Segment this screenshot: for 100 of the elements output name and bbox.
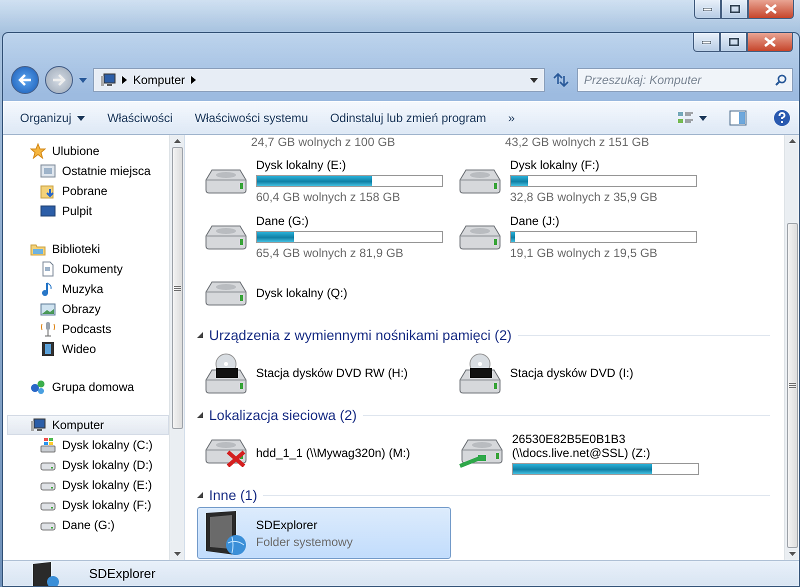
item-name: hdd_1_1 (\\Mywag320n) (M:)	[256, 446, 410, 460]
drive-tile[interactable]: hdd_1_1 (\\Mywag320n) (M:)	[197, 427, 451, 479]
hard-drive-icon	[459, 224, 501, 250]
item-name: Dysk lokalny (E:)	[256, 158, 348, 172]
forward-arrow-icon	[52, 74, 66, 86]
sidebar-item[interactable]: Obrazy	[7, 299, 169, 319]
sidebar-item[interactable]: Ostatnie miejsca	[7, 161, 169, 181]
windows-drive-icon	[40, 437, 56, 453]
item-detail: 65,4 GB wolnych z 81,9 GB	[256, 246, 404, 260]
sidebar-item[interactable]: Pulpit	[7, 201, 169, 221]
hard-drive-icon	[459, 168, 501, 194]
minimize-button[interactable]	[693, 33, 720, 52]
refresh-icon[interactable]	[551, 72, 571, 88]
help-icon[interactable]	[773, 109, 791, 127]
sidebar-item[interactable]: Dysk lokalny (E:)	[7, 475, 169, 495]
maximize-button[interactable]	[720, 33, 747, 52]
collapse-triangle-icon[interactable]	[197, 332, 203, 338]
section-title[interactable]: Urządzenia z wymiennymi nośnikami pamięci (2)	[209, 327, 512, 343]
sidebar-item[interactable]: Komputer	[7, 415, 169, 435]
item-name: Dane (J:)	[510, 214, 560, 228]
back-arrow-icon	[18, 74, 32, 86]
close-button[interactable]	[748, 0, 794, 19]
item-name: 26530E82B5E0B1B3 (\\docs.live.net@SSL) (Z:)	[512, 432, 652, 460]
star-icon	[30, 143, 46, 159]
more-commands-button[interactable]: »	[499, 107, 524, 129]
item-detail: 60,4 GB wolnych z 158 GB	[256, 190, 402, 204]
sidebar-item[interactable]: Dysk lokalny (D:)	[7, 455, 169, 475]
toolbar-button[interactable]: Odinstaluj lub zmień program	[321, 107, 496, 129]
sidebar-item[interactable]: Dysk lokalny (F:)	[7, 495, 169, 515]
preview-pane-icon[interactable]	[729, 110, 747, 126]
toolbar-button[interactable]: Właściwości	[98, 107, 182, 129]
minimize-icon	[703, 8, 712, 10]
item-name: Stacja dysków DVD (I:)	[510, 366, 634, 380]
item-name: Stacja dysków DVD RW (H:)	[256, 366, 408, 380]
dropdown-caret-icon[interactable]	[699, 116, 707, 120]
network-drive-icon	[459, 438, 503, 468]
scrollbar[interactable]	[784, 135, 799, 560]
document-icon	[40, 261, 56, 277]
folder-tile[interactable]: SDExplorer Folder systemowy	[197, 507, 451, 559]
drive-tile[interactable]: Stacja dysków DVD (I:)	[451, 347, 705, 399]
sidebar-item[interactable]: Wideo	[7, 339, 169, 359]
close-icon	[765, 4, 777, 14]
hard-drive-icon	[205, 168, 247, 194]
computer-icon	[100, 72, 116, 88]
hard-drive-icon	[205, 224, 247, 250]
drive-tile[interactable]: Dysk lokalny (F:) 32,8 GB wolnych z 35,9 GB	[451, 155, 705, 207]
address-bar[interactable]: Komputer	[93, 68, 545, 92]
scroll-down-icon	[788, 552, 796, 556]
minimize-icon	[702, 40, 711, 44]
collapse-triangle-icon[interactable]	[197, 492, 203, 498]
scrollbar[interactable]	[169, 135, 184, 560]
sidebar-item[interactable]: Dysk lokalny (C:)	[7, 435, 169, 455]
scroll-up-icon	[174, 139, 180, 143]
grip-icon	[174, 286, 180, 290]
item-detail: 19,1 GB wolnych z 19,5 GB	[510, 246, 658, 260]
back-button[interactable]	[11, 66, 39, 94]
forward-button[interactable]	[45, 66, 73, 94]
drive-tile[interactable]: Dysk lokalny (E:) 60,4 GB wolnych z 158 GB	[197, 155, 451, 207]
sidebar-item[interactable]: Dokumenty	[7, 259, 169, 279]
item-detail: Folder systemowy	[256, 534, 353, 548]
drive-tile[interactable]: Dane (G:) 65,4 GB wolnych z 81,9 GB	[197, 211, 451, 263]
view-options-icon[interactable]	[677, 110, 695, 126]
computer-icon	[30, 417, 46, 433]
maximize-icon	[728, 38, 738, 46]
scrollbar-thumb[interactable]	[172, 147, 182, 429]
system-folder-icon	[31, 562, 61, 586]
item-name: Dane (G:)	[256, 214, 310, 228]
item-name: Dysk lokalny (Q:)	[256, 286, 348, 300]
search-field[interactable]: Przeszukaj: Komputer	[577, 68, 793, 92]
picture-icon	[40, 301, 56, 317]
minimize-button[interactable]	[694, 0, 721, 19]
toolbar-button[interactable]: Właściwości systemu	[186, 107, 318, 129]
maximize-button[interactable]	[721, 0, 748, 19]
breadcrumb[interactable]: Komputer	[133, 73, 186, 87]
drive-tile[interactable]: Dysk lokalny (Q:)	[197, 267, 451, 319]
drive-tile[interactable]: Stacja dysków DVD RW (H:)	[197, 347, 451, 399]
dropdown-caret-icon	[79, 78, 87, 82]
toolbar-button[interactable]: Organizuj	[11, 107, 94, 129]
drive-tile[interactable]: 26530E82B5E0B1B3 (\\docs.live.net@SSL) (Z:)	[451, 427, 705, 479]
search-icon[interactable]	[775, 74, 787, 86]
microphone-icon	[40, 321, 56, 337]
close-icon	[764, 37, 776, 47]
drive-tile[interactable]: Dane (J:) 19,1 GB wolnych z 19,5 GB	[451, 211, 705, 263]
sidebar-item[interactable]: Pobrane	[7, 181, 169, 201]
item-detail: 43,2 GB wolnych z 151 GB	[505, 135, 650, 149]
scroll-down-icon	[174, 552, 180, 556]
collapse-triangle-icon[interactable]	[197, 412, 203, 418]
item-detail: 24,7 GB wolnych z 100 GB	[251, 135, 396, 149]
section-title[interactable]: Inne (1)	[209, 487, 258, 503]
recent-places-icon	[40, 163, 56, 179]
sidebar-item[interactable]: Muzyka	[7, 279, 169, 299]
download-folder-icon	[40, 183, 56, 199]
sidebar-item[interactable]: Ulubione	[7, 141, 169, 161]
sidebar-item[interactable]: Grupa domowa	[7, 377, 169, 397]
section-title[interactable]: Lokalizacja sieciowa (2)	[209, 407, 357, 423]
sidebar-item[interactable]: Podcasts	[7, 319, 169, 339]
scrollbar-thumb[interactable]	[786, 223, 798, 548]
close-button[interactable]	[747, 33, 793, 52]
sidebar-item[interactable]: Dane (G:)	[7, 515, 169, 535]
sidebar-item[interactable]: Biblioteki	[7, 239, 169, 259]
